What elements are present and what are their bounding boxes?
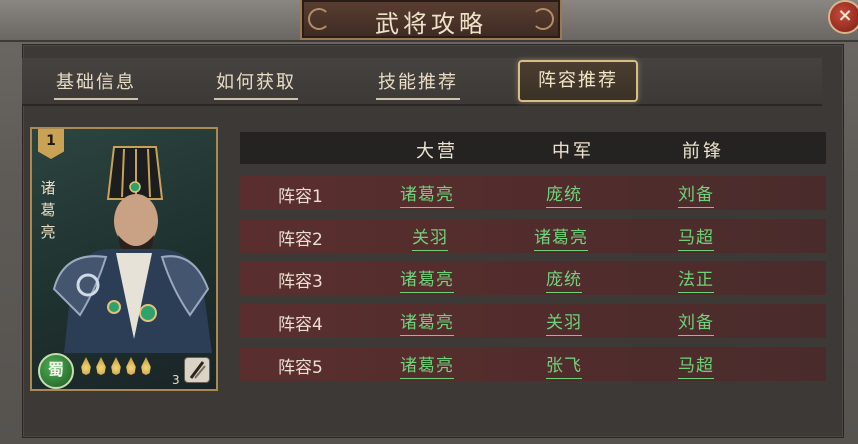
hero-name-vertical: 诸 葛 亮: [38, 177, 58, 243]
lineup-table-header: 大营 中军 前锋: [240, 132, 826, 164]
hero-link[interactable]: 马超: [678, 351, 714, 379]
tab-label: 技能推荐: [378, 72, 458, 93]
lineup-label: 阵容3: [278, 272, 323, 292]
star-icon: [96, 357, 106, 375]
hero-link[interactable]: 诸葛亮: [534, 223, 588, 251]
tab-bar: 基础信息 如何获取 技能推荐 阵容推荐: [22, 58, 822, 106]
hero-count: 3: [172, 373, 180, 387]
hero-link[interactable]: 诸葛亮: [400, 265, 454, 293]
hero-link[interactable]: 庞统: [546, 180, 582, 208]
lineup-label: 阵容1: [278, 187, 323, 207]
table-row: 阵容3 诸葛亮 庞统 法正: [240, 261, 826, 295]
column-header-camp: 大营: [416, 141, 458, 162]
tab-label: 阵容推荐: [538, 70, 618, 91]
hero-name-char: 葛: [40, 201, 56, 219]
hero-link[interactable]: 刘备: [678, 308, 714, 336]
column-header-vanguard: 前锋: [682, 141, 724, 162]
column-header-center: 中军: [552, 141, 594, 162]
hero-link[interactable]: 张飞: [546, 351, 582, 379]
close-button[interactable]: ×: [828, 0, 858, 34]
table-row: 阵容5 诸葛亮 张飞 马超: [240, 347, 826, 381]
hero-card[interactable]: 1 诸 葛 亮 蜀 3: [30, 127, 218, 391]
hero-link[interactable]: 关羽: [546, 308, 582, 336]
shu-faction-icon: 蜀: [38, 353, 74, 389]
star-icon: [81, 357, 91, 375]
tab-basic-info[interactable]: 基础信息: [54, 68, 138, 100]
hero-link[interactable]: 刘备: [678, 180, 714, 208]
tab-label: 基础信息: [56, 72, 136, 93]
tab-underline: [214, 98, 298, 100]
hero-link[interactable]: 法正: [678, 265, 714, 293]
tab-label: 如何获取: [216, 72, 296, 93]
lineup-label: 阵容4: [278, 315, 323, 335]
star-rating: [80, 357, 155, 377]
hero-link[interactable]: 庞统: [546, 265, 582, 293]
weapon-icon: [184, 357, 210, 383]
star-icon: [126, 357, 136, 375]
table-row: 阵容2 关羽 诸葛亮 马超: [240, 219, 826, 253]
hero-link[interactable]: 关羽: [412, 223, 448, 251]
hero-link[interactable]: 诸葛亮: [400, 351, 454, 379]
tab-underline: [54, 98, 138, 100]
hero-link[interactable]: 诸葛亮: [400, 308, 454, 336]
tab-lineup-recommend[interactable]: 阵容推荐: [518, 60, 638, 102]
hero-link[interactable]: 诸葛亮: [400, 180, 454, 208]
star-icon: [141, 357, 151, 375]
tab-underline: [376, 98, 460, 100]
hero-name-char: 亮: [40, 223, 56, 241]
hero-portrait: [52, 146, 212, 353]
table-row: 阵容1 诸葛亮 庞统 刘备: [240, 176, 826, 210]
lineup-label: 阵容5: [278, 358, 323, 378]
scroll-ornament-right-icon: [532, 8, 554, 30]
title-plate: 武将攻略: [300, 0, 562, 40]
star-icon: [111, 357, 121, 375]
close-icon: ×: [837, 5, 853, 26]
lineup-label: 阵容2: [278, 230, 323, 250]
tab-how-to-obtain[interactable]: 如何获取: [214, 68, 298, 100]
table-row: 阵容4 诸葛亮 关羽 刘备: [240, 304, 826, 338]
tab-skill-recommend[interactable]: 技能推荐: [376, 68, 460, 100]
hero-link[interactable]: 马超: [678, 223, 714, 251]
hero-name-char: 诸: [40, 179, 56, 197]
page-title: 武将攻略: [375, 10, 487, 38]
